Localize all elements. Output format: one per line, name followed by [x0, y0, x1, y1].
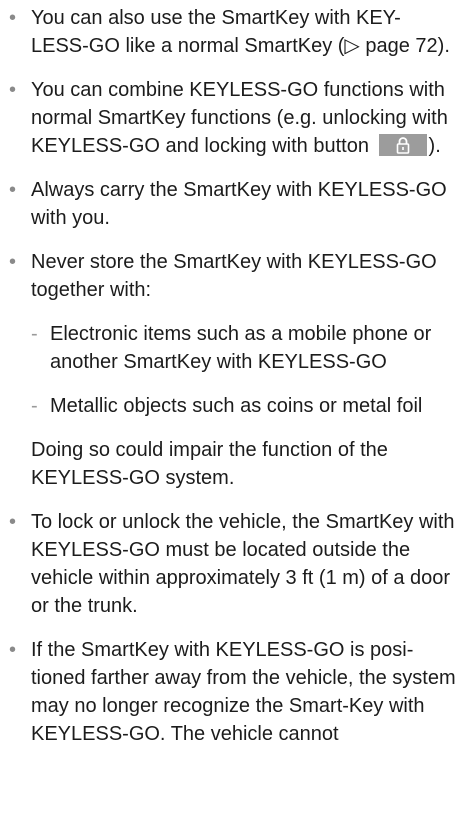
- lock-button-symbol: [378, 134, 427, 156]
- bullet-text: Always carry the SmartKey with KEYLESS-G…: [31, 179, 447, 229]
- lock-icon: [396, 137, 409, 154]
- bullet-item: • To lock or unlock the vehicle, the Sma…: [6, 508, 456, 620]
- sub-item: - Metallic objects such as coins or meta…: [31, 392, 456, 420]
- bullet-dot: •: [9, 639, 17, 661]
- bullet-dot: •: [9, 79, 17, 101]
- bullet-text-end: ).: [428, 135, 441, 157]
- note-paragraph: Doing so could impair the function of th…: [31, 439, 388, 489]
- bullet-text: You can also use the SmartKey with KEY-L…: [31, 7, 450, 57]
- bullet-text: If the SmartKey with KEYLESS-GO is posi-…: [31, 639, 456, 745]
- sub-text: Metallic objects such as coins or metal …: [50, 395, 423, 417]
- bullet-item: • If the SmartKey with KEYLESS-GO is pos…: [6, 636, 456, 748]
- bullet-item: • Always carry the SmartKey with KEYLESS…: [6, 176, 456, 232]
- bullet-dot: •: [9, 251, 17, 273]
- bullet-text: To lock or unlock the vehicle, the Smart…: [31, 511, 455, 617]
- sub-item: - Electronic items such as a mobile phon…: [31, 320, 456, 376]
- bullet-dot: •: [9, 511, 17, 533]
- bullet-item: • You can combine KEYLESS-GO functions w…: [6, 76, 456, 160]
- manual-page: • You can also use the SmartKey with KEY…: [0, 0, 462, 748]
- sub-text: Electronic items such as a mobile phone …: [50, 323, 432, 373]
- bullet-item: • Never store the SmartKey with KEYLESS-…: [6, 248, 456, 420]
- bullet-item: • You can also use the SmartKey with KEY…: [6, 4, 456, 60]
- bullet-dot: •: [9, 179, 17, 201]
- bullet-text: Never store the SmartKey with KEYLESS-GO…: [31, 251, 437, 301]
- sub-dash: -: [31, 323, 38, 345]
- bullet-dot: •: [9, 7, 17, 29]
- sub-dash: -: [31, 395, 38, 417]
